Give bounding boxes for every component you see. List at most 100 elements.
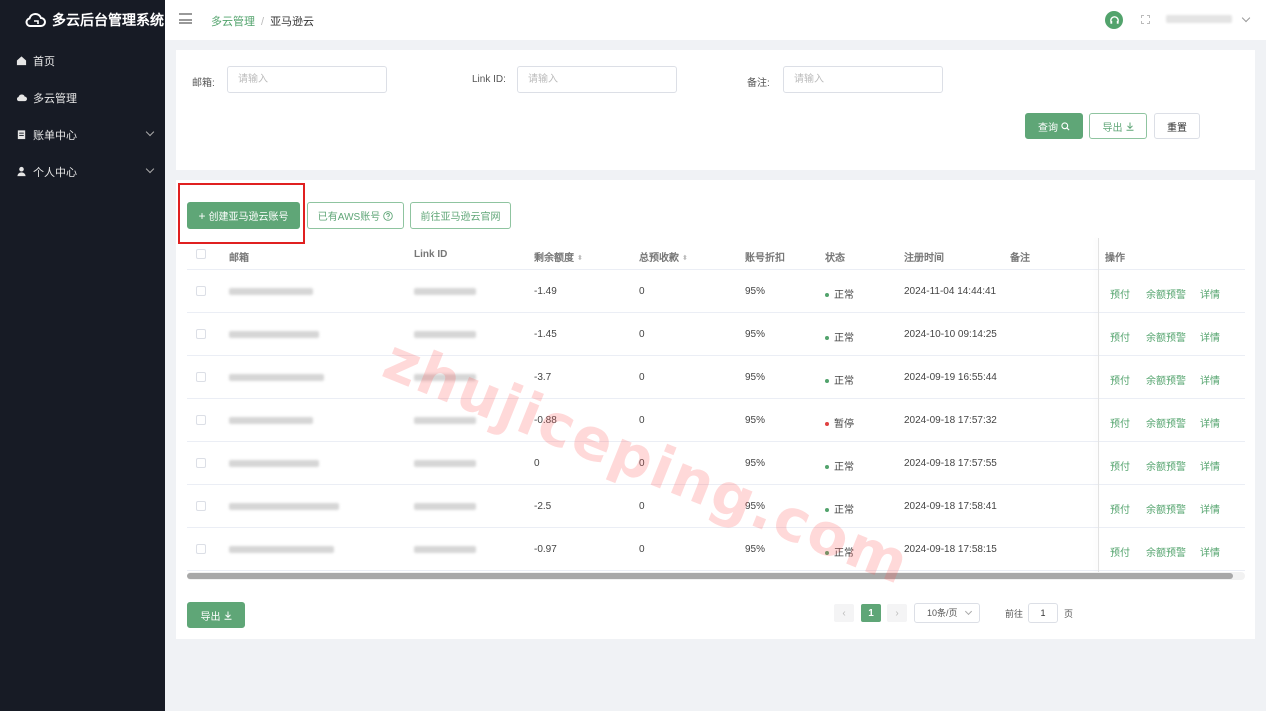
detail-link[interactable]: 详情 xyxy=(1200,415,1220,430)
linkid-cell-blurred xyxy=(414,460,476,467)
cloud-icon xyxy=(16,94,27,102)
horizontal-scrollbar[interactable] xyxy=(187,572,1245,580)
email-input[interactable]: 请输入 xyxy=(227,66,387,93)
breadcrumb-link[interactable]: 多云管理 xyxy=(211,16,255,28)
status-text: 正常 xyxy=(834,333,854,344)
export-button-top[interactable]: 导出 xyxy=(1089,113,1147,139)
email-label: 邮箱: xyxy=(192,78,215,89)
column-prepaid[interactable]: 总预收款 ⬍ xyxy=(639,249,688,264)
email-cell-blurred xyxy=(229,503,339,510)
status-text: 正常 xyxy=(834,290,854,301)
remaining-cell: 0 xyxy=(534,458,540,469)
aws-official-site-button[interactable]: 前往亚马逊云官网 xyxy=(410,202,511,229)
prepay-link[interactable]: 预付 xyxy=(1110,458,1130,473)
goto-page-input[interactable]: 1 xyxy=(1028,603,1058,623)
top-bar: 多云管理 / 亚马逊云 xyxy=(165,0,1266,40)
balance-alert-link[interactable]: 余额预警 xyxy=(1146,415,1186,430)
remaining-cell: -0.97 xyxy=(534,544,557,555)
sort-icon[interactable]: ⬍ xyxy=(577,254,583,262)
balance-alert-link[interactable]: 余额预警 xyxy=(1146,458,1186,473)
goto-official-label: 前往亚马逊云官网 xyxy=(420,212,501,223)
detail-link[interactable]: 详情 xyxy=(1200,372,1220,387)
sidebar-item-label: 账单中心 xyxy=(33,129,77,142)
detail-link[interactable]: 详情 xyxy=(1200,501,1220,516)
sidebar-item-billing[interactable]: 账单中心 xyxy=(0,116,165,153)
detail-link[interactable]: 详情 xyxy=(1200,458,1220,473)
registered-cell: 2024-09-18 17:58:41 xyxy=(904,501,997,512)
prepaid-cell: 0 xyxy=(639,372,645,383)
balance-alert-link[interactable]: 余额预警 xyxy=(1146,501,1186,516)
select-all-checkbox[interactable] xyxy=(196,249,206,259)
next-page-button[interactable]: › xyxy=(887,604,907,622)
row-checkbox[interactable] xyxy=(196,544,206,554)
sidebar-item-multicloud[interactable]: 多云管理 xyxy=(0,79,165,116)
prepay-link[interactable]: 预付 xyxy=(1110,415,1130,430)
table-row: -2.5 0 95% 正常 2024-09-18 17:58:41 预付 余额预警 详情 xyxy=(187,485,1245,528)
prepay-link[interactable]: 预付 xyxy=(1110,372,1130,387)
column-prepaid-label: 总预收款 xyxy=(639,253,679,264)
prepay-link[interactable]: 预付 xyxy=(1110,544,1130,559)
reset-button[interactable]: 重置 xyxy=(1154,113,1200,139)
user-name-blurred[interactable] xyxy=(1166,15,1232,23)
balance-alert-link[interactable]: 余额预警 xyxy=(1146,372,1186,387)
page-size-select[interactable]: 10条/页 xyxy=(914,603,980,623)
detail-link[interactable]: 详情 xyxy=(1200,329,1220,344)
remaining-cell: -1.45 xyxy=(534,329,557,340)
status-cell: 正常 xyxy=(825,458,854,473)
column-status: 状态 xyxy=(825,253,845,264)
registered-cell: 2024-09-18 17:57:55 xyxy=(904,458,997,469)
cloud-logo-icon xyxy=(25,12,46,27)
status-dot xyxy=(825,379,829,384)
sidebar: 多云后台管理系统 首页 多云管理 账单中心 个人中心 xyxy=(0,0,165,711)
chevron-down-icon xyxy=(964,607,973,616)
detail-link[interactable]: 详情 xyxy=(1200,544,1220,559)
has-aws-label: 已有AWS账号 xyxy=(317,212,381,223)
page-number-current[interactable]: 1 xyxy=(861,604,881,622)
row-checkbox[interactable] xyxy=(196,415,206,425)
column-link-id: Link ID xyxy=(414,249,448,260)
status-dot xyxy=(825,293,829,298)
prev-page-button[interactable]: ‹ xyxy=(834,604,854,622)
column-remaining[interactable]: 剩余额度 ⬍ xyxy=(534,249,583,264)
headset-icon[interactable] xyxy=(1105,11,1123,29)
status-text: 正常 xyxy=(834,462,854,473)
sort-icon[interactable]: ⬍ xyxy=(682,254,688,262)
fullscreen-icon[interactable] xyxy=(1141,15,1150,24)
table-panel: + 创建亚马逊云账号 已有AWS账号 前往亚马逊云官网 邮箱 Link ID 剩… xyxy=(176,180,1255,639)
linkid-input[interactable]: 请输入 xyxy=(517,66,677,93)
status-text: 暂停 xyxy=(834,419,854,430)
status-cell: 暂停 xyxy=(825,415,854,430)
balance-alert-link[interactable]: 余额预警 xyxy=(1146,544,1186,559)
email-cell-blurred xyxy=(229,288,313,295)
balance-alert-link[interactable]: 余额预警 xyxy=(1146,286,1186,301)
row-checkbox[interactable] xyxy=(196,458,206,468)
menu-toggle-icon[interactable] xyxy=(179,13,192,24)
note-label: 备注: xyxy=(747,78,770,89)
row-checkbox[interactable] xyxy=(196,501,206,511)
status-dot xyxy=(825,336,829,341)
existing-aws-account-button[interactable]: 已有AWS账号 xyxy=(307,202,404,229)
table-row: -0.97 0 95% 正常 2024-09-18 17:58:15 预付 余额预警 详情 xyxy=(187,528,1245,571)
scrollbar-thumb[interactable] xyxy=(187,573,1233,579)
query-button[interactable]: 查询 xyxy=(1025,113,1083,139)
balance-alert-link[interactable]: 余额预警 xyxy=(1146,329,1186,344)
prepay-link[interactable]: 预付 xyxy=(1110,501,1130,516)
linkid-cell-blurred xyxy=(414,288,476,295)
sidebar-item-home[interactable]: 首页 xyxy=(0,42,165,79)
column-discount: 账号折扣 xyxy=(745,253,785,264)
chevron-down-icon[interactable] xyxy=(1241,13,1251,23)
row-checkbox[interactable] xyxy=(196,372,206,382)
export-label: 导出 xyxy=(1102,122,1123,134)
row-checkbox[interactable] xyxy=(196,329,206,339)
linkid-cell-blurred xyxy=(414,503,476,510)
note-input[interactable]: 请输入 xyxy=(783,66,943,93)
row-checkbox[interactable] xyxy=(196,286,206,296)
table-row: -1.49 0 95% 正常 2024-11-04 14:44:41 预付 余额预警 详情 xyxy=(187,270,1245,313)
sidebar-item-profile[interactable]: 个人中心 xyxy=(0,153,165,190)
remaining-cell: -2.5 xyxy=(534,501,552,512)
detail-link[interactable]: 详情 xyxy=(1200,286,1220,301)
prepay-link[interactable]: 预付 xyxy=(1110,286,1130,301)
prepay-link[interactable]: 预付 xyxy=(1110,329,1130,344)
export-button-bottom[interactable]: 导出 xyxy=(187,602,245,628)
page-size-value: 10条/页 xyxy=(927,608,958,618)
